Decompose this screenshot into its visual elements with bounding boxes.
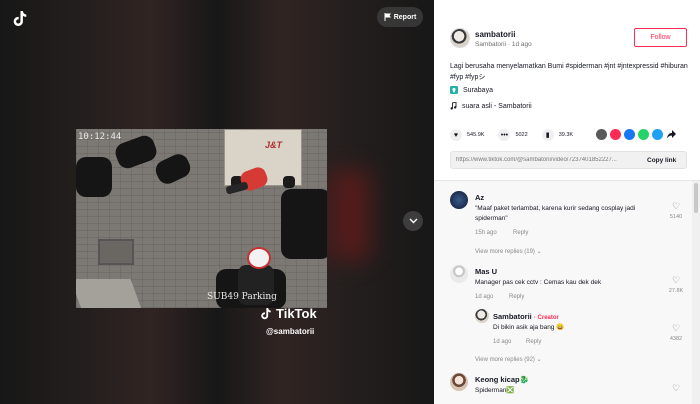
view-replies-label: View more replies (92) [475,357,535,363]
comment-author[interactable]: Keong kicap🐉 [475,375,529,384]
comment-author[interactable]: Az [475,193,484,202]
video-url[interactable]: https://www.tiktok.com/@sambatorii/video… [451,157,643,163]
reply-button[interactable]: Reply [509,294,524,300]
save-action[interactable]: ▮ 39.3K [541,129,574,141]
comments-list: Az "Maaf paket terlambat, karena kurir s… [434,181,692,404]
view-replies-label: View more replies (19) [475,249,535,255]
comment-author[interactable]: Mas U [475,267,497,276]
comment-time: 1d ago [475,294,494,300]
follow-button[interactable]: Follow [634,28,687,47]
video-helmet [247,247,271,269]
video-player[interactable]: J&T 10:12:44 SUB49 Parking [76,129,327,308]
comment-like-count: 5140 [669,214,683,220]
like-count: 545.9K [467,132,485,138]
reply-button[interactable]: Reply [513,230,528,236]
video-motorbike [281,189,327,259]
whatsapp-icon[interactable] [638,129,649,140]
twitter-icon[interactable] [652,129,663,140]
save-count: 39.3K [558,132,574,138]
avatar[interactable] [450,191,468,209]
heart-outline-icon: ♡ [671,383,681,393]
tiktok-logo-icon[interactable] [12,10,28,28]
truck-wheel [283,176,295,188]
post-location[interactable]: Surabaya [450,86,493,94]
comment-time: 1d ago [493,339,512,345]
share-arrow-icon[interactable] [666,129,677,140]
view-replies-button[interactable]: View more replies (19) ⌄ [475,248,542,255]
tiktok-watermark: TikTok [260,306,317,321]
report-button[interactable]: Report [377,7,423,27]
facebook-icon[interactable] [624,129,635,140]
report-label: Report [393,13,417,21]
copy-link-button[interactable]: Copy link [643,157,676,164]
comment-text: "Maaf paket terlambat, karena kurir seda… [475,205,636,222]
video-drain [98,239,134,265]
chevron-down-icon [409,218,417,224]
view-replies-button[interactable]: View more replies (92) ⌄ [475,356,542,363]
comment-text: Manager pas cek cctv : Cemas kau dek dek [475,279,602,286]
blurred-backdrop-accent [330,170,370,260]
location-pin-icon [450,86,458,94]
bookmark-icon: ▮ [541,129,554,141]
comment-count: 5022 [515,132,528,138]
comment-text: Spiderman❎ [475,387,515,394]
post-stats: ♥ 545.9K ••• 5022 ▮ 39.3K [450,129,587,141]
cctv-location: SUB49 Parking [207,292,277,302]
next-video-button[interactable] [403,211,423,231]
heart-outline-icon: ♡ [671,323,681,333]
post-description: Lagi berusaha menyelamatkan Bumi #spider… [450,63,688,81]
author-avatar[interactable] [450,28,470,48]
post-music[interactable]: suara asli - Sambatorii [450,102,532,110]
like-action[interactable]: ♥ 545.9K [450,129,484,141]
watermark-brand: TikTok [276,306,317,321]
music-label: suara asli - Sambatorii [462,102,532,110]
details-panel: sambatorii Sambatorii · 1d ago Follow La… [434,0,700,404]
author-username[interactable]: sambatorii [475,30,515,39]
comment-like-count: 27.8K [668,288,684,294]
truck-label: J&T [265,140,283,150]
cctv-timestamp: 10:12:44 [78,132,122,142]
creator-name: Sambatorii [493,312,532,321]
send-to-friends-icon[interactable] [610,129,621,140]
video-kerb [76,279,142,308]
music-note-icon [450,102,457,110]
heart-outline-icon: ♡ [671,275,681,285]
location-label: Surabaya [463,86,493,94]
heart-outline-icon: ♡ [671,201,681,211]
flag-icon [384,13,391,21]
comment-author[interactable]: Sambatorii · Creator [493,312,559,321]
comment-text: Di bikin asik aja bang 😄 [493,324,565,331]
avatar[interactable] [475,309,489,323]
watermark-handle: @sambatorii [266,327,315,336]
scrollbar-thumb[interactable] [694,183,698,213]
heart-icon: ♥ [450,129,462,141]
video-panel: Report J&T 10:12:44 SUB49 Parking TikTok… [0,0,434,404]
scrollbar[interactable] [692,181,700,404]
comment-like-count: 4382 [669,336,683,342]
avatar[interactable] [450,373,468,391]
reply-button[interactable]: Reply [526,339,541,345]
author-subline: Sambatorii · 1d ago [475,41,532,48]
comment-action[interactable]: ••• 5022 [498,129,528,141]
creator-badge: · Creator [533,315,559,321]
share-row [596,129,677,140]
avatar[interactable] [450,265,468,283]
tiktok-watermark-icon [261,307,271,319]
comment-like[interactable]: ♡ 27.8K [664,275,688,294]
comment-time: 15h ago [475,230,497,236]
comment-like[interactable]: ♡ [664,383,688,394]
copy-link-field: https://www.tiktok.com/@sambatorii/video… [450,151,687,169]
comment-like[interactable]: ♡ 5140 [664,201,688,220]
video-motorbike [76,157,112,197]
comment-icon: ••• [498,129,511,141]
comment-like[interactable]: ♡ 4382 [664,323,688,342]
embed-icon[interactable] [596,129,607,140]
